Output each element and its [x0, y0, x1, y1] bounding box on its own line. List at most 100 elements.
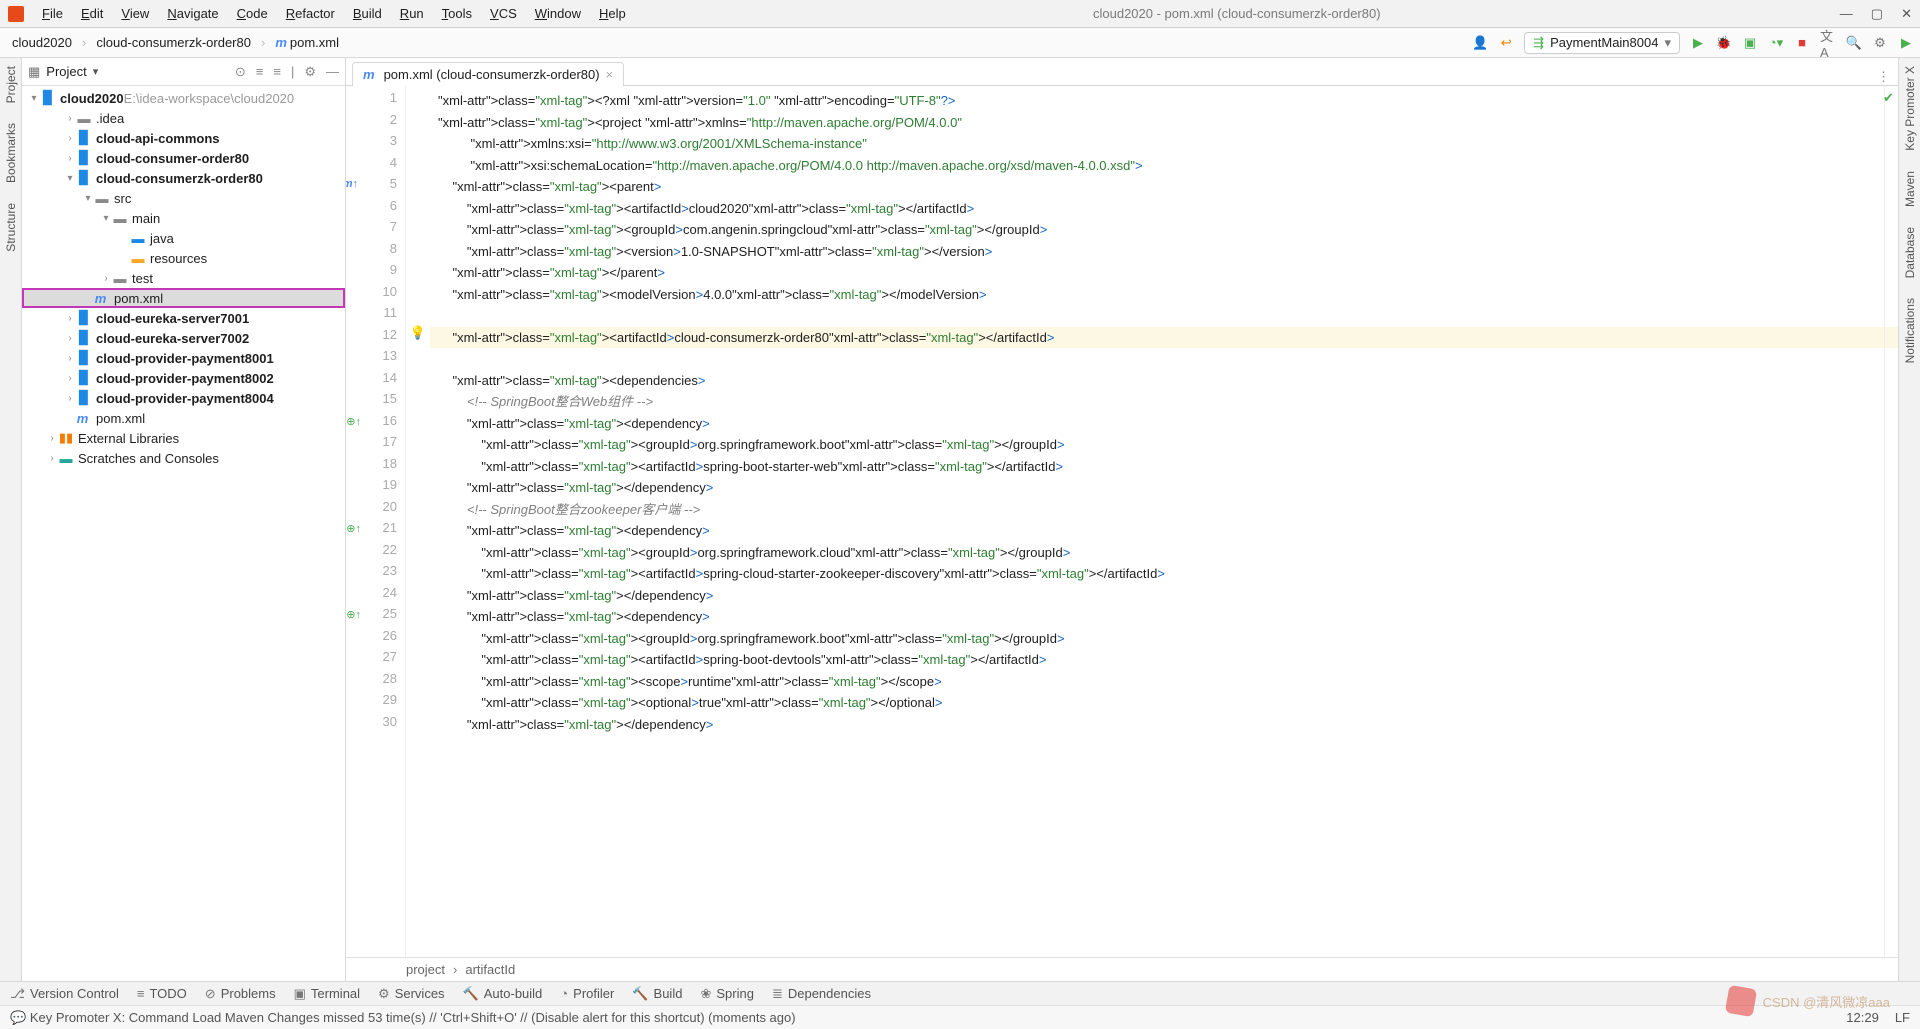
- tab-options-icon[interactable]: ⋮: [1877, 69, 1890, 85]
- stop-icon[interactable]: ■: [1794, 35, 1810, 51]
- menu-help[interactable]: Help: [591, 4, 634, 23]
- tree-item[interactable]: ›▉cloud-eureka-server7002: [22, 328, 345, 348]
- divider: |: [291, 64, 294, 80]
- caret-position[interactable]: 12:29: [1846, 1010, 1879, 1025]
- run-anything-icon[interactable]: ▶: [1898, 35, 1914, 51]
- tree-item[interactable]: ▬resources: [22, 248, 345, 268]
- panel-settings-icon[interactable]: ⚙: [304, 64, 316, 80]
- menu-code[interactable]: Code: [229, 4, 276, 23]
- tree-item[interactable]: ›▬test: [22, 268, 345, 288]
- editor-breadcrumb[interactable]: project›artifactId: [346, 957, 1898, 981]
- tool-problems[interactable]: ⊘Problems: [205, 986, 276, 1002]
- tree-item[interactable]: ▾▉cloud-consumerzk-order80: [22, 168, 345, 188]
- rail-database[interactable]: Database: [1903, 227, 1917, 278]
- editor-breadcrumb-item[interactable]: project: [406, 962, 445, 977]
- rail-notifications[interactable]: Notifications: [1903, 298, 1917, 363]
- tree-item[interactable]: ›▬Scratches and Consoles: [22, 448, 345, 468]
- inspection-ok-icon: ✔: [1883, 90, 1894, 106]
- settings-icon[interactable]: ⚙: [1872, 35, 1888, 51]
- tab-label: pom.xml (cloud-consumerzk-order80): [384, 67, 600, 82]
- tree-item[interactable]: ▾▬src: [22, 188, 345, 208]
- tool-auto-build[interactable]: 🔨Auto-build: [463, 986, 543, 1002]
- add-user-icon[interactable]: 👤: [1472, 35, 1488, 51]
- tool-todo[interactable]: ≡TODO: [137, 986, 187, 1001]
- status-message: Key Promoter X: Command Load Maven Chang…: [30, 1010, 796, 1025]
- menu-run[interactable]: Run: [392, 4, 432, 23]
- menu-file[interactable]: File: [34, 4, 71, 23]
- tree-item[interactable]: ▬java: [22, 228, 345, 248]
- tree-item[interactable]: ›▉cloud-provider-payment8001: [22, 348, 345, 368]
- menu-view[interactable]: View: [113, 4, 157, 23]
- menu-navigate[interactable]: Navigate: [159, 4, 226, 23]
- tool-version-control[interactable]: ⎇Version Control: [10, 986, 119, 1002]
- tool-build[interactable]: 🔨Build: [632, 986, 682, 1002]
- rail-bookmarks[interactable]: Bookmarks: [4, 123, 18, 183]
- profile-icon[interactable]: ◔▾: [1768, 35, 1784, 51]
- editor-area: m pom.xml (cloud-consumerzk-order80) × ⋮…: [346, 58, 1898, 981]
- app-icon: [8, 6, 24, 22]
- maximize-icon[interactable]: ▢: [1871, 6, 1883, 22]
- coverage-icon[interactable]: ▣: [1742, 35, 1758, 51]
- back-icon[interactable]: ↩: [1498, 35, 1514, 51]
- tree-item[interactable]: ▾▉cloud2020 E:\idea-workspace\cloud2020: [22, 88, 345, 108]
- line-separator[interactable]: LF: [1895, 1010, 1910, 1025]
- right-tool-rail: Key Promoter X Maven Database Notifications: [1898, 58, 1920, 981]
- tree-item[interactable]: ›▬.idea: [22, 108, 345, 128]
- minimize-icon[interactable]: —: [1840, 6, 1853, 22]
- rail-structure[interactable]: Structure: [4, 203, 18, 252]
- debug-icon[interactable]: 🐞: [1716, 35, 1732, 51]
- status-hint-icon: 💬: [10, 1010, 26, 1026]
- tree-item[interactable]: ›▉cloud-provider-payment8002: [22, 368, 345, 388]
- line-number-gutter[interactable]: 1234m↑56789101112131415⊕↑1617181920⊕↑212…: [346, 86, 406, 957]
- tree-item[interactable]: ›▉cloud-provider-payment8004: [22, 388, 345, 408]
- rail-key-promoter-x[interactable]: Key Promoter X: [1903, 66, 1917, 151]
- title-bar: FileEditViewNavigateCodeRefactorBuildRun…: [0, 0, 1920, 28]
- tool-spring[interactable]: ❀Spring: [700, 986, 753, 1002]
- expand-all-icon[interactable]: ≡: [256, 64, 264, 80]
- left-tool-rail: Project Bookmarks Structure: [0, 58, 22, 981]
- run-config-selector[interactable]: ⇶PaymentMain8004▾: [1524, 32, 1680, 54]
- rail-project[interactable]: Project: [4, 66, 18, 103]
- project-panel-title[interactable]: Project: [46, 64, 86, 79]
- menu-edit[interactable]: Edit: [73, 4, 111, 23]
- tree-item[interactable]: ›▮▮External Libraries: [22, 428, 345, 448]
- close-tab-icon[interactable]: ×: [606, 67, 614, 82]
- search-icon[interactable]: 🔍: [1846, 35, 1862, 51]
- menu-refactor[interactable]: Refactor: [278, 4, 343, 23]
- breadcrumb-module[interactable]: cloud-consumerzk-order80: [90, 33, 257, 52]
- run-icon[interactable]: ▶: [1690, 35, 1706, 51]
- menu-tools[interactable]: Tools: [434, 4, 480, 23]
- tool-terminal[interactable]: ▣Terminal: [294, 986, 360, 1002]
- tree-item[interactable]: mpom.xml: [22, 408, 345, 428]
- breadcrumb-root[interactable]: cloud2020: [6, 33, 78, 52]
- navigation-bar: cloud2020 › cloud-consumerzk-order80 › m…: [0, 28, 1920, 58]
- tree-item[interactable]: ▾▬main: [22, 208, 345, 228]
- window-title: cloud2020 - pom.xml (cloud-consumerzk-or…: [634, 6, 1840, 21]
- code-content[interactable]: "xml-attr">class="xml-tag"><?xml "xml-at…: [430, 86, 1884, 957]
- bottom-tool-bar: ⎇Version Control ≡TODO ⊘Problems ▣Terminal ⚙…: [0, 981, 1920, 1005]
- hide-panel-icon[interactable]: —: [326, 64, 339, 80]
- status-bar: 💬 Key Promoter X: Command Load Maven Cha…: [0, 1005, 1920, 1029]
- tool-services[interactable]: ⚙Services: [378, 986, 445, 1002]
- close-icon[interactable]: ✕: [1901, 6, 1912, 22]
- menu-vcs[interactable]: VCS: [482, 4, 525, 23]
- tool-profiler[interactable]: ◔Profiler: [560, 986, 614, 1001]
- breadcrumb-file[interactable]: mpom.xml: [269, 33, 345, 52]
- menu-build[interactable]: Build: [345, 4, 390, 23]
- main-menu: FileEditViewNavigateCodeRefactorBuildRun…: [34, 4, 634, 23]
- editor-tab[interactable]: m pom.xml (cloud-consumerzk-order80) ×: [352, 62, 624, 86]
- editor-breadcrumb-item[interactable]: artifactId: [465, 962, 515, 977]
- translate-icon[interactable]: 文A: [1820, 35, 1836, 51]
- tree-item[interactable]: mpom.xml: [22, 288, 345, 308]
- tree-item[interactable]: ›▉cloud-eureka-server7001: [22, 308, 345, 328]
- menu-window[interactable]: Window: [527, 4, 589, 23]
- tool-dependencies[interactable]: ≣Dependencies: [772, 986, 871, 1002]
- error-stripe[interactable]: ✔: [1884, 86, 1898, 957]
- tree-item[interactable]: ›▉cloud-api-commons: [22, 128, 345, 148]
- rail-maven[interactable]: Maven: [1903, 171, 1917, 207]
- select-opened-file-icon[interactable]: ⊙: [235, 64, 246, 80]
- project-tree[interactable]: ▾▉cloud2020 E:\idea-workspace\cloud2020›…: [22, 86, 345, 981]
- tree-item[interactable]: ›▉cloud-consumer-order80: [22, 148, 345, 168]
- collapse-all-icon[interactable]: ≡: [273, 64, 281, 80]
- project-tool-window: ▦ Project ▾ ⊙ ≡ ≡ | ⚙ — ▾▉cloud2020 E:\i…: [22, 58, 346, 981]
